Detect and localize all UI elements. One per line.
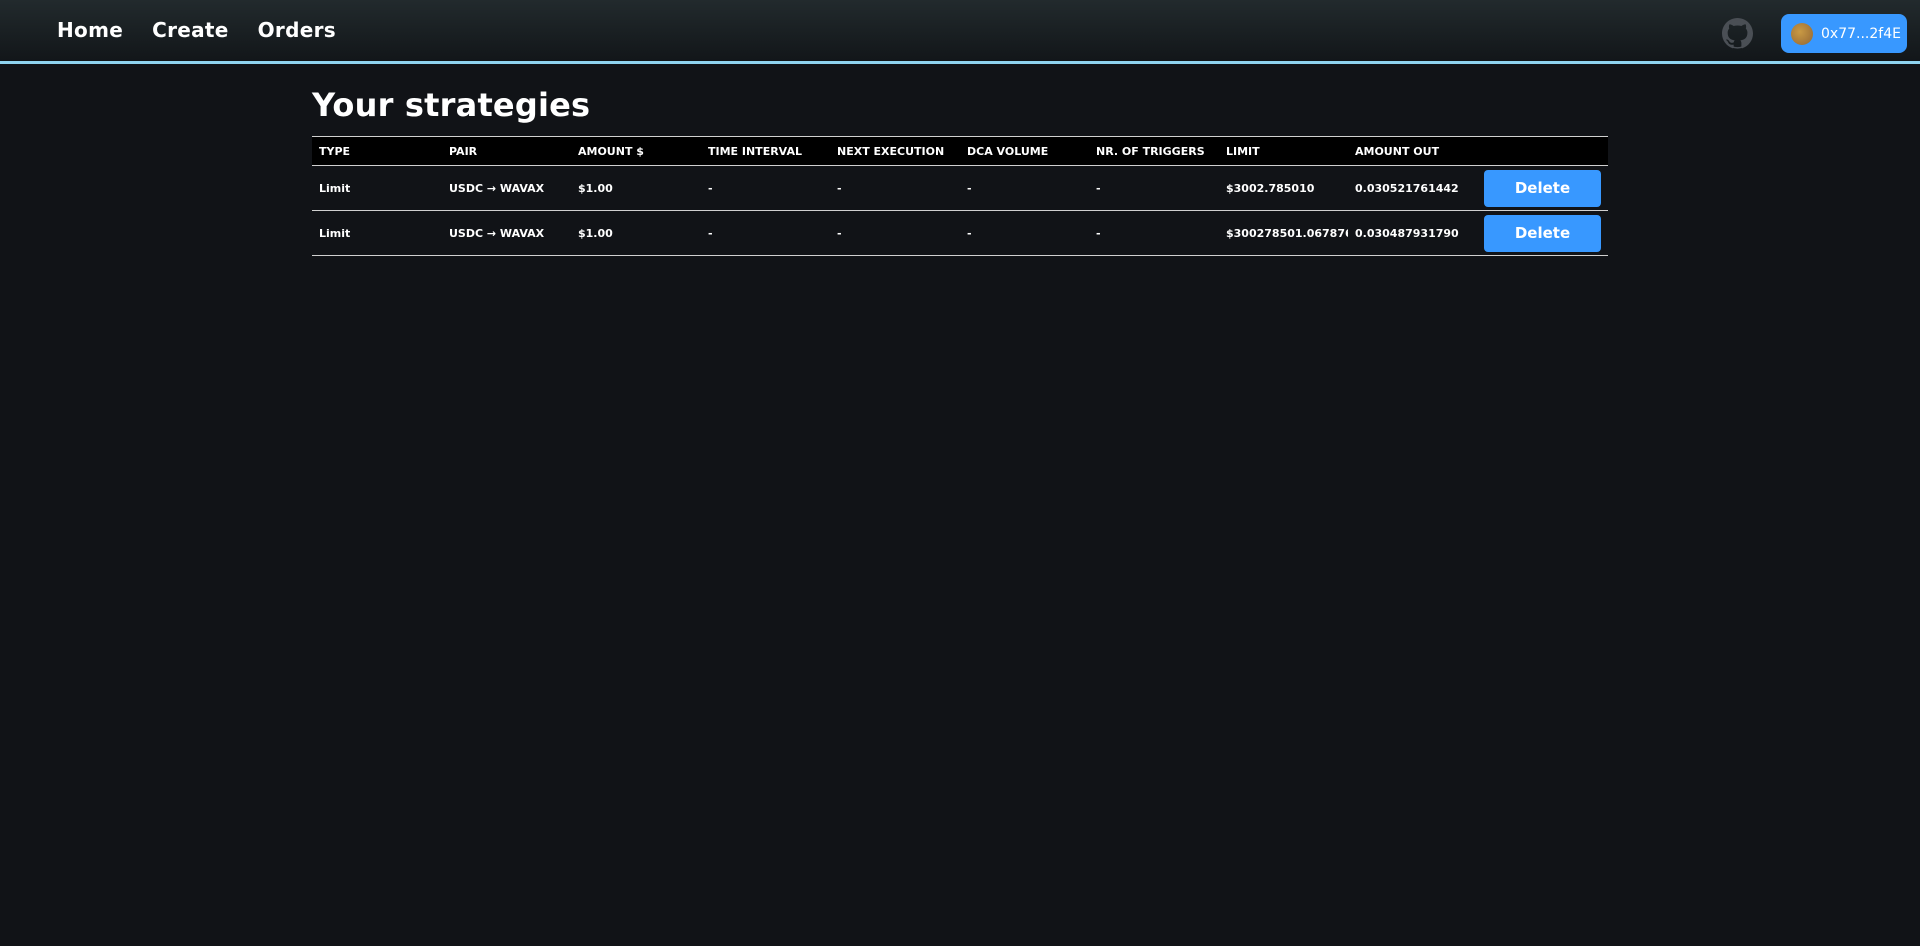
cell-nr-triggers: -	[1089, 210, 1219, 256]
delete-button[interactable]: Delete	[1484, 214, 1601, 252]
header-amount-out: AMOUNT OUT	[1348, 136, 1478, 166]
page-title: Your strategies	[312, 86, 591, 124]
cell-amount: $1.00	[571, 165, 701, 211]
cell-dca-volume: -	[960, 165, 1089, 211]
navbar: Home Create Orders 0x77...2f4E	[0, 0, 1920, 64]
cell-amount: $1.00	[571, 210, 701, 256]
cell-time-interval: -	[701, 165, 830, 211]
github-icon[interactable]	[1722, 18, 1753, 49]
header-type: TYPE	[312, 136, 442, 166]
table-row: Limit USDC → WAVAX $1.00 - - - - $3002.7…	[312, 165, 1608, 211]
cell-type: Limit	[312, 210, 442, 256]
header-nr-triggers: NR. OF TRIGGERS	[1089, 136, 1219, 166]
wallet-avatar	[1791, 22, 1813, 45]
cell-pair: USDC → WAVAX	[442, 210, 571, 256]
nav-link-create[interactable]: Create	[152, 18, 229, 42]
cell-amount-out: 0.030521761442	[1348, 165, 1478, 211]
header-limit: LIMIT	[1219, 136, 1348, 166]
cell-time-interval: -	[701, 210, 830, 256]
cell-next-execution: -	[830, 165, 960, 211]
cell-type: Limit	[312, 165, 442, 211]
delete-button[interactable]: Delete	[1484, 169, 1601, 207]
nav-link-orders[interactable]: Orders	[258, 18, 336, 42]
cell-next-execution: -	[830, 210, 960, 256]
header-pair: PAIR	[442, 136, 571, 166]
header-actions	[1478, 136, 1608, 166]
table-header-row: TYPE PAIR AMOUNT $ TIME INTERVAL NEXT EX…	[312, 136, 1608, 166]
nav-link-home[interactable]: Home	[57, 18, 123, 42]
table-row: Limit USDC → WAVAX $1.00 - - - - $300278…	[312, 210, 1608, 256]
cell-limit: $300278501.067876	[1219, 210, 1348, 256]
cell-nr-triggers: -	[1089, 165, 1219, 211]
header-time-interval: TIME INTERVAL	[701, 136, 830, 166]
cell-actions: Delete	[1478, 165, 1608, 211]
strategies-table: TYPE PAIR AMOUNT $ TIME INTERVAL NEXT EX…	[312, 136, 1608, 256]
header-amount: AMOUNT $	[571, 136, 701, 166]
wallet-button[interactable]: 0x77...2f4E	[1781, 14, 1907, 53]
cell-dca-volume: -	[960, 210, 1089, 256]
cell-pair: USDC → WAVAX	[442, 165, 571, 211]
header-next-execution: NEXT EXECUTION	[830, 136, 960, 166]
header-dca-volume: DCA VOLUME	[960, 136, 1089, 166]
nav-links: Home Create Orders	[57, 18, 336, 42]
cell-actions: Delete	[1478, 210, 1608, 256]
cell-limit: $3002.785010	[1219, 165, 1348, 211]
cell-amount-out: 0.030487931790	[1348, 210, 1478, 256]
wallet-address: 0x77...2f4E	[1821, 25, 1901, 42]
